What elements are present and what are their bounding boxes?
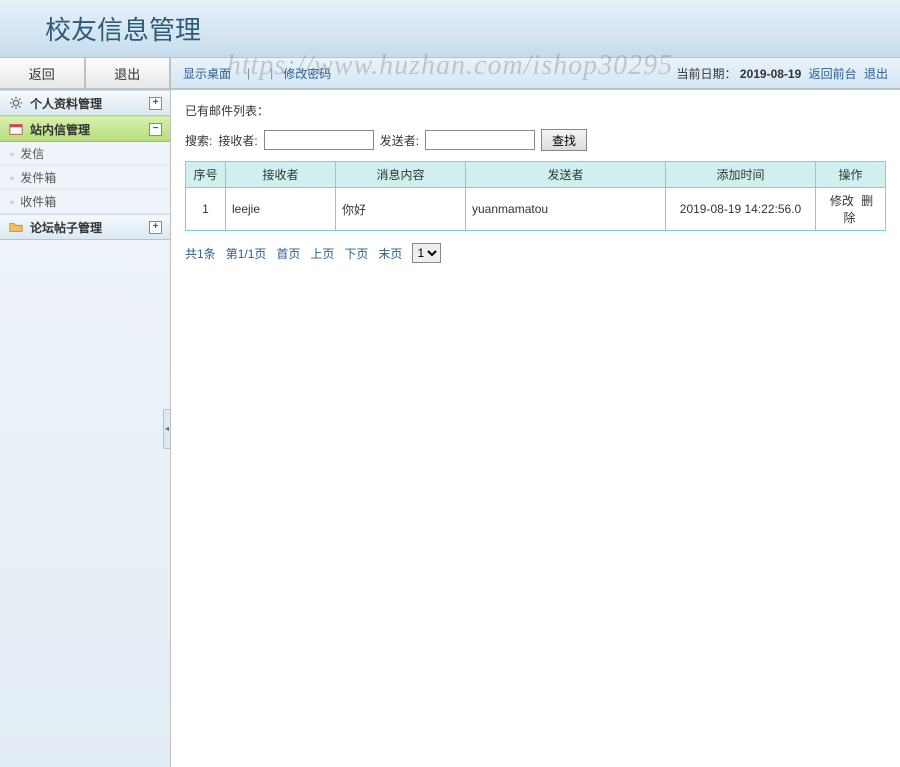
- toolbar-left: 返回 退出: [0, 58, 171, 89]
- table-header-row: 序号 接收者 消息内容 发送者 添加时间 操作: [186, 162, 886, 188]
- calendar-icon: [8, 121, 24, 137]
- cell-ops: 修改 删除: [816, 188, 886, 231]
- cell-sender: yuanmamatou: [466, 188, 666, 231]
- col-no: 序号: [186, 162, 226, 188]
- separator: |: [247, 66, 250, 80]
- sidebar-item-send[interactable]: 发信: [0, 142, 170, 166]
- date-value: 2019-08-19: [740, 67, 801, 81]
- folder-icon: [8, 219, 24, 235]
- pager-total: 共1条: [185, 245, 216, 262]
- toolbar: 返回 退出 显示桌面 | | 修改密码 当前日期： 2019-08-19 返回前…: [0, 58, 900, 90]
- col-sender: 发送者: [466, 162, 666, 188]
- list-title: 已有邮件列表：: [185, 102, 886, 119]
- cell-time: 2019-08-19 14:22:56.0: [666, 188, 816, 231]
- pager-first[interactable]: 首页: [276, 245, 300, 262]
- col-ops: 操作: [816, 162, 886, 188]
- cell-content: 你好: [336, 188, 466, 231]
- content: 已有邮件列表： 搜索: 接收者: 发送者: 查找 序号 接收者 消息内容 发送者…: [171, 90, 900, 767]
- pager-select[interactable]: 1: [412, 243, 441, 263]
- exit-link[interactable]: 退出: [864, 67, 888, 81]
- edit-link[interactable]: 修改: [830, 194, 854, 208]
- app-title: 校友信息管理: [45, 10, 201, 47]
- expand-icon[interactable]: +: [149, 97, 162, 110]
- expand-icon[interactable]: +: [149, 221, 162, 234]
- receiver-label: 接收者:: [218, 132, 257, 149]
- date-area: 当前日期： 2019-08-19 返回前台 退出: [677, 65, 888, 82]
- pager-next[interactable]: 下页: [344, 245, 368, 262]
- sidebar-group-profile[interactable]: 个人资料管理 +: [0, 90, 170, 116]
- logout-button[interactable]: 退出: [85, 58, 171, 89]
- show-desktop-link[interactable]: 显示桌面: [183, 65, 231, 82]
- change-password-link[interactable]: 修改密码: [283, 65, 331, 82]
- header: 校友信息管理: [0, 0, 900, 58]
- sidebar-group-label: 论坛帖子管理: [30, 219, 102, 236]
- search-button[interactable]: 查找: [541, 129, 587, 151]
- separator: |: [270, 66, 273, 80]
- pager: 共1条 第1/1页 首页 上页 下页 末页 1: [185, 243, 886, 263]
- sender-label: 发送者:: [380, 132, 419, 149]
- cell-no: 1: [186, 188, 226, 231]
- sidebar-collapse-handle[interactable]: ◂: [163, 409, 171, 449]
- col-time: 添加时间: [666, 162, 816, 188]
- receiver-input[interactable]: [264, 130, 374, 150]
- mail-table: 序号 接收者 消息内容 发送者 添加时间 操作 1 leejie 你好 yuan…: [185, 161, 886, 231]
- pager-page: 第1/1页: [226, 245, 267, 262]
- gear-icon: [8, 95, 24, 111]
- search-row: 搜索: 接收者: 发送者: 查找: [185, 129, 886, 151]
- search-label: 搜索:: [185, 132, 212, 149]
- sender-input[interactable]: [425, 130, 535, 150]
- sidebar-group-forum[interactable]: 论坛帖子管理 +: [0, 214, 170, 240]
- back-button[interactable]: 返回: [0, 58, 85, 89]
- pager-last[interactable]: 末页: [378, 245, 402, 262]
- cell-receiver: leejie: [226, 188, 336, 231]
- col-receiver: 接收者: [226, 162, 336, 188]
- toolbar-right: 显示桌面 | | 修改密码 当前日期： 2019-08-19 返回前台 退出: [171, 58, 900, 89]
- date-label: 当前日期：: [677, 67, 737, 81]
- sidebar-group-mail[interactable]: 站内信管理 −: [0, 116, 170, 142]
- sidebar-group-label: 站内信管理: [30, 121, 90, 138]
- sidebar-item-inbox[interactable]: 收件箱: [0, 190, 170, 214]
- back-front-link[interactable]: 返回前台: [809, 67, 857, 81]
- col-content: 消息内容: [336, 162, 466, 188]
- sidebar-item-outbox[interactable]: 发件箱: [0, 166, 170, 190]
- sidebar: 个人资料管理 + 站内信管理 − 发信 发件箱 收件箱 论坛帖子管理 + ◂: [0, 90, 171, 767]
- table-row: 1 leejie 你好 yuanmamatou 2019-08-19 14:22…: [186, 188, 886, 231]
- sidebar-group-label: 个人资料管理: [30, 95, 102, 112]
- collapse-icon[interactable]: −: [149, 123, 162, 136]
- pager-prev[interactable]: 上页: [310, 245, 334, 262]
- body: 个人资料管理 + 站内信管理 − 发信 发件箱 收件箱 论坛帖子管理 + ◂ 已…: [0, 90, 900, 767]
